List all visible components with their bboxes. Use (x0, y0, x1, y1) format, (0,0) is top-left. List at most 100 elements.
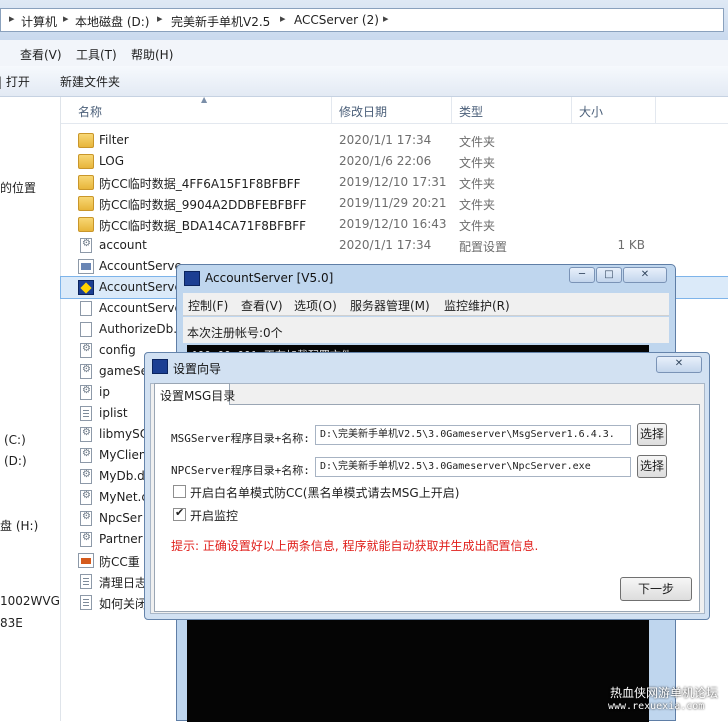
registration-status: 本次注册帐号:0个 (183, 317, 669, 343)
config-file-icon (80, 532, 92, 547)
file-name: 清理日志 (99, 576, 148, 590)
file-name: NpcSer (99, 511, 143, 525)
file-type: 文件夹 (459, 198, 496, 212)
config-file-icon (80, 511, 92, 526)
file-name: Filter (99, 133, 129, 147)
setup-wizard-dialog: 设置向导 ✕ MSGServer程序目录+名称: D:\完美新手单机V2.5\3… (144, 352, 710, 620)
accountserver-titlebar[interactable]: AccountServer [V5.0] ─ □ ✕ (177, 265, 675, 291)
close-button[interactable]: ✕ (656, 356, 702, 373)
file-row[interactable]: account 2020/1/1 17:34 配置设置 1 KB (61, 235, 728, 256)
file-type: 文件夹 (459, 156, 496, 170)
file-date: 2020/1/1 17:34 (339, 238, 432, 252)
file-icon (80, 301, 92, 316)
file-row[interactable]: 防CC临时数据_BDA14CA71F8BFBFF 2019/12/10 16:43… (61, 214, 728, 235)
file-row[interactable]: Filter 2020/1/1 17:34 文件夹 (61, 130, 728, 151)
monitor-checkbox[interactable]: ✔ (173, 506, 186, 521)
batch-file-icon (78, 553, 94, 568)
registered-count: 本次注册帐号:0个 (187, 326, 283, 340)
config-file-icon (80, 448, 92, 463)
accountserver-icon (78, 280, 94, 295)
menu-server-management[interactable]: 服务器管理(M) (350, 297, 430, 314)
window-title: AccountServer [V5.0] (205, 271, 334, 285)
forum-watermark: 热血侠网游单机论坛 www.rexuexia.com (596, 684, 726, 720)
file-type: 配置设置 (459, 240, 508, 254)
msg-path-label: MSGServer程序目录+名称: (171, 432, 310, 445)
file-date: 2019/12/10 17:31 (339, 175, 447, 189)
file-date: 2020/1/1 17:34 (339, 133, 432, 147)
config-file-icon (80, 469, 92, 484)
file-name: libmySQ (99, 427, 150, 441)
config-file-icon (80, 385, 92, 400)
file-type: 文件夹 (459, 135, 496, 149)
file-date: 2020/1/6 22:06 (339, 154, 432, 168)
menu-monitor-maintenance[interactable]: 监控维护(R) (444, 297, 510, 314)
file-date: 2019/12/10 16:43 (339, 217, 447, 231)
file-name: AccountServer (99, 280, 187, 294)
file-date: 2019/11/29 20:21 (339, 196, 447, 210)
file-row[interactable]: 防CC临时数据_9904A2DDBFEBFBFF 2019/11/29 20:21… (61, 193, 728, 214)
file-name: AccountServe (99, 301, 182, 315)
hint-text: 提示: 正确设置好以上两条信息, 程序就能自动获取并生成出配置信息. (171, 539, 539, 553)
folder-icon (78, 133, 94, 148)
npc-browse-button[interactable]: 选择 (637, 455, 667, 478)
folder-icon (78, 154, 94, 169)
text-file-icon (80, 574, 92, 589)
file-type: 文件夹 (459, 177, 496, 191)
msg-browse-button[interactable]: 选择 (637, 423, 667, 446)
file-row[interactable]: 防CC临时数据_4FF6A15F1F8BFBFF 2019/12/10 17:31… (61, 172, 728, 193)
npc-path-input[interactable]: D:\完美新手单机V2.5\3.0Gameserver\NpcServer.ex… (315, 457, 631, 477)
menu-options[interactable]: 选项(O) (294, 297, 337, 314)
file-name: iplist (99, 406, 128, 420)
file-name: MyNet.c (99, 490, 148, 504)
config-file-icon (80, 343, 92, 358)
accountserver-app-icon (184, 271, 200, 286)
next-button[interactable]: 下一步 (620, 577, 692, 601)
file-type: 文件夹 (459, 219, 496, 233)
file-name: 防CC临时数据_9904A2DDBFEBFBFF (99, 198, 307, 212)
monitor-label[interactable]: 开启监控 (190, 507, 238, 524)
tab-page: MSGServer程序目录+名称: D:\完美新手单机V2.5\3.0Games… (154, 404, 700, 612)
file-name: gameSe (99, 364, 149, 378)
close-button[interactable]: ✕ (623, 267, 667, 283)
file-name: LOG (99, 154, 125, 168)
file-icon (80, 322, 92, 337)
tab-label: 设置MSG目录 (160, 389, 236, 403)
watermark-url: www.rexuexia.com (608, 701, 705, 712)
file-name: 防CC临时数据_BDA14CA71F8BFBFF (99, 219, 307, 233)
text-file-icon (80, 595, 92, 610)
accountserver-menubar: 控制(F) 查看(V) 选项(O) 服务器管理(M) 监控维护(R) (183, 293, 669, 316)
whitelist-label[interactable]: 开启白名单模式防CC(黑名单模式请去MSG上开启) (190, 484, 459, 501)
folder-icon (78, 196, 94, 211)
npc-path-label: NPCServer程序目录+名称: (171, 464, 310, 477)
config-file-icon (80, 364, 92, 379)
config-file-icon (80, 427, 92, 442)
whitelist-checkbox[interactable] (173, 485, 186, 498)
config-file-icon (80, 490, 92, 505)
tab-set-msg-directory[interactable]: 设置MSG目录 (154, 383, 235, 405)
msg-path-input[interactable]: D:\完美新手单机V2.5\3.0Gameserver\MsgServer1.6… (315, 425, 631, 445)
file-name: account (99, 238, 147, 252)
file-name: MyClien (99, 448, 147, 462)
file-row[interactable]: LOG 2020/1/6 22:06 文件夹 (61, 151, 728, 172)
file-size: 1 KB (617, 238, 645, 252)
accountserver-app-icon (152, 359, 168, 374)
file-name: AccountServe (99, 259, 182, 273)
file-name: Partner (99, 532, 143, 546)
file-name: ip (99, 385, 110, 399)
menu-view[interactable]: 查看(V) (241, 297, 283, 314)
checkmark-icon: ✔ (175, 506, 185, 519)
maximize-button[interactable]: □ (596, 267, 622, 283)
file-name: 防CC临时数据_4FF6A15F1F8BFBFF (99, 177, 301, 191)
file-name: 如何关闭 (99, 597, 148, 611)
folder-icon (78, 217, 94, 232)
minimize-button[interactable]: ─ (569, 267, 595, 283)
folder-icon (78, 175, 94, 190)
app-icon (78, 259, 94, 274)
dialog-title: 设置向导 (173, 362, 222, 376)
file-name: 防CC重 (99, 555, 140, 569)
text-file-icon (80, 406, 92, 421)
watermark-title: 热血侠网游单机论坛 (610, 686, 719, 700)
file-name: MyDb.d (99, 469, 145, 483)
menu-control[interactable]: 控制(F) (188, 297, 228, 314)
file-name: config (99, 343, 136, 357)
